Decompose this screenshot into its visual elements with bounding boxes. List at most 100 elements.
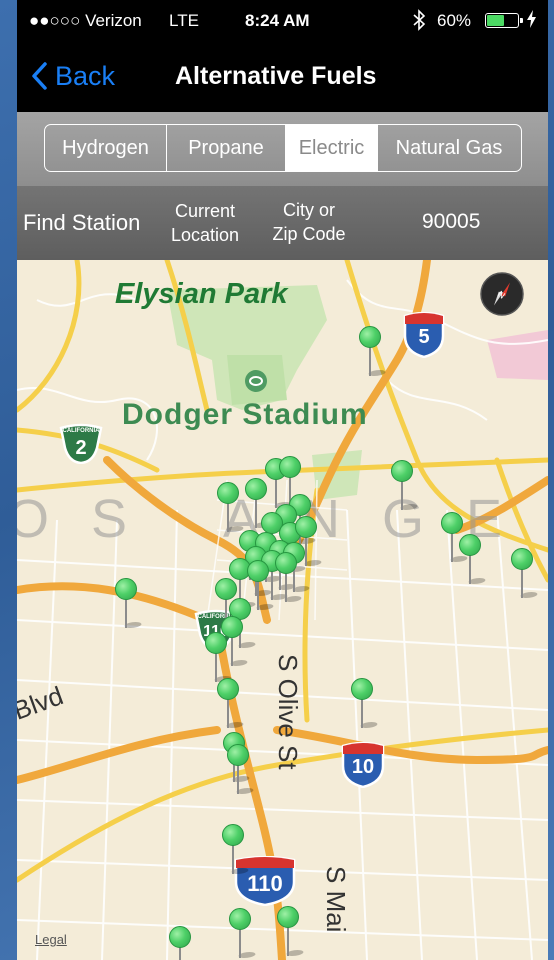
carrier-signal: ●●○○○ Verizon [29, 11, 142, 30]
station-pin[interactable] [277, 906, 306, 956]
pin-head-icon [217, 482, 239, 504]
station-pin[interactable] [275, 552, 304, 602]
page-title: Alternative Fuels [175, 62, 377, 90]
interstate-10-shield: 10 [340, 741, 386, 789]
pin-stick [361, 698, 363, 728]
segment-propane[interactable]: Propane [167, 125, 286, 171]
pin-head-icon [277, 906, 299, 928]
pin-stick [257, 580, 259, 610]
station-pin[interactable] [217, 678, 246, 728]
pin-head-icon [459, 534, 481, 556]
find-station-label: Find Station [23, 210, 141, 235]
pin-head-icon [245, 478, 267, 500]
pin-stick [179, 946, 181, 960]
pin-stick [521, 568, 523, 598]
compass-button[interactable]: N [480, 272, 524, 316]
current-location-line1: Current [174, 201, 236, 221]
pin-head-icon [441, 512, 463, 534]
pin-head-icon [205, 632, 227, 654]
map-label-dodger-stadium: Dodger Stadium [122, 398, 368, 431]
city-zip-line2: Zip Code [272, 224, 346, 244]
battery-nub [520, 18, 523, 23]
pin-stick [231, 636, 233, 666]
california-2-banner: CALIFORNIA [62, 428, 100, 434]
pin-stick [451, 532, 453, 562]
pin-head-icon [359, 326, 381, 348]
station-pin[interactable] [359, 326, 388, 376]
segment-natural-gas[interactable]: Natural Gas [378, 125, 520, 171]
map-view[interactable]: Elysian Park Dodger Stadium OS ANGELE S … [17, 260, 548, 960]
pin-head-icon [229, 908, 251, 930]
pin-stick [369, 346, 371, 376]
pin-head-icon [391, 460, 413, 482]
battery-fill [487, 15, 505, 26]
navigation-bar: Back Alternative Fuels [17, 44, 548, 112]
compass-icon: N [480, 272, 524, 316]
pin-stick [232, 844, 234, 874]
battery-icon [485, 13, 523, 28]
chevron-left-icon [32, 62, 47, 90]
phone-screen: ●●○○○ Verizon LTE 8:24 AM 60% Back Alter… [17, 0, 548, 960]
pin-head-icon [217, 678, 239, 700]
station-pin[interactable] [227, 744, 256, 794]
zip-code-value[interactable]: 90005 [422, 210, 480, 234]
interstate-110-number: 110 [247, 871, 283, 896]
interstate-5-number: 5 [418, 326, 430, 348]
segment-electric[interactable]: Electric [286, 125, 378, 171]
interstate-10-number: 10 [351, 756, 375, 778]
pin-head-icon [227, 744, 249, 766]
map-label-elysian-park: Elysian Park [115, 278, 288, 310]
find-station-bar: Find Station Current Location City or Zi… [17, 186, 548, 260]
pin-head-icon [275, 552, 297, 574]
station-pin[interactable] [229, 908, 258, 958]
pin-stick [125, 598, 127, 628]
station-pin[interactable] [169, 926, 191, 960]
legal-link[interactable]: Legal [35, 932, 67, 947]
segment-hydrogen[interactable]: Hydrogen [45, 125, 167, 171]
bluetooth-icon [412, 9, 426, 36]
charging-bolt-icon [527, 10, 536, 32]
station-pin[interactable] [351, 678, 380, 728]
pin-stick [255, 498, 257, 528]
pin-head-icon [169, 926, 191, 948]
pin-stick [285, 572, 287, 602]
station-pin[interactable] [205, 632, 234, 682]
back-button[interactable]: Back [31, 58, 115, 94]
pin-stick [401, 480, 403, 510]
pin-head-icon [295, 516, 317, 538]
stadium-icon [245, 370, 267, 392]
station-pin[interactable] [459, 534, 488, 584]
city-zip-line1: City or [282, 200, 335, 220]
back-label: Back [55, 60, 116, 91]
current-location-button[interactable]: Current Location [167, 199, 243, 247]
pin-head-icon [511, 548, 533, 570]
station-pin[interactable] [391, 460, 420, 510]
network-type: LTE [169, 11, 199, 30]
pin-stick [469, 554, 471, 584]
pin-head-icon [247, 560, 269, 582]
city-zip-button[interactable]: City or Zip Code [265, 198, 353, 246]
pin-stick [237, 764, 239, 794]
pin-stick [287, 926, 289, 956]
pin-stick [227, 502, 229, 532]
pin-head-icon [351, 678, 373, 700]
station-pin[interactable] [222, 824, 251, 874]
pin-stick [271, 570, 273, 600]
pin-head-icon [279, 456, 301, 478]
battery-percent: 60% [437, 11, 472, 30]
station-pin[interactable] [115, 578, 144, 628]
california-2-number: 2 [75, 437, 87, 459]
map-label-main-st: S Mai [321, 866, 351, 933]
interstate-5-shield: 5 [402, 311, 446, 359]
station-pin[interactable] [511, 548, 540, 598]
clock: 8:24 AM [245, 11, 310, 30]
station-pin[interactable] [217, 482, 246, 532]
pin-stick [227, 698, 229, 728]
map-base [17, 260, 548, 960]
pin-head-icon [215, 578, 237, 600]
pin-head-icon [222, 824, 244, 846]
fuel-type-segmented-control: Hydrogen Propane Electric Natural Gas [44, 124, 522, 172]
status-bar: ●●○○○ Verizon LTE 8:24 AM 60% [17, 0, 548, 44]
pin-stick [239, 928, 241, 958]
fuel-type-bar: Hydrogen Propane Electric Natural Gas [17, 112, 548, 186]
